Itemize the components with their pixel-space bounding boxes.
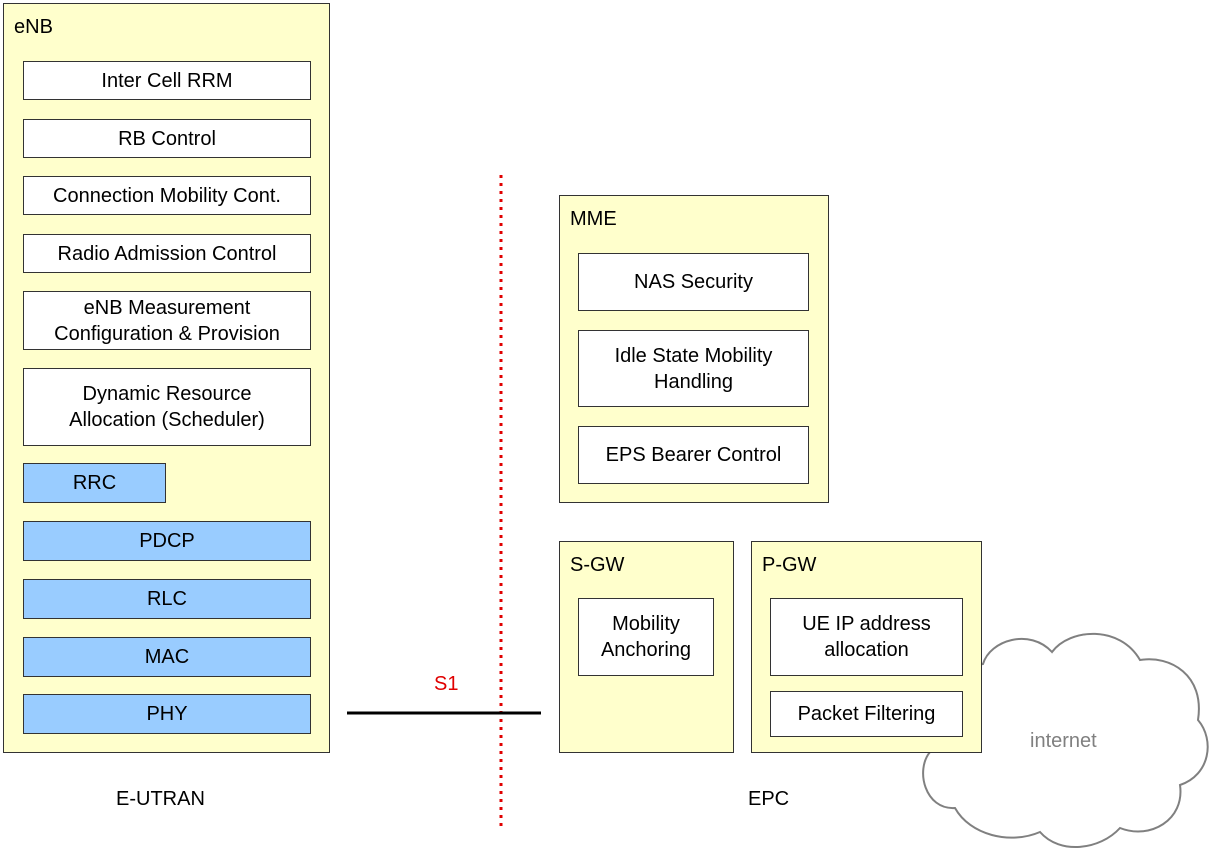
enb-function: RB Control [23, 119, 311, 158]
enb-function: eNB Measurement Configuration & Provisio… [23, 291, 311, 350]
sgw-title: S-GW [570, 554, 625, 576]
enb-title: eNB [14, 16, 53, 38]
enb-function: Inter Cell RRM [23, 61, 311, 100]
enb-function: Dynamic Resource Allocation (Scheduler) [23, 368, 311, 446]
pgw-function: UE IP address allocation [770, 598, 963, 676]
protocol-layer-mac: MAC [23, 637, 311, 677]
epc-label: EPC [748, 788, 790, 810]
cloud-label: internet [1030, 730, 1097, 752]
mme-function: EPS Bearer Control [578, 426, 809, 484]
enb-function: Connection Mobility Cont. [23, 176, 311, 215]
mme-function: NAS Security [578, 253, 809, 311]
s1-label: S1 [434, 673, 459, 695]
eutran-label: E-UTRAN [116, 788, 205, 810]
protocol-layer-rrc: RRC [23, 463, 166, 503]
enb-function: Radio Admission Control [23, 234, 311, 273]
lte-architecture-diagram: internet eNB Inter Cell RRM RB Control C… [0, 0, 1219, 854]
protocol-layer-phy: PHY [23, 694, 311, 734]
protocol-layer-pdcp: PDCP [23, 521, 311, 561]
pgw-title: P-GW [762, 554, 817, 576]
mme-title: MME [570, 208, 617, 230]
pgw-function: Packet Filtering [770, 691, 963, 737]
protocol-layer-rlc: RLC [23, 579, 311, 619]
mme-function: Idle State Mobility Handling [578, 330, 809, 407]
sgw-function: Mobility Anchoring [578, 598, 714, 676]
